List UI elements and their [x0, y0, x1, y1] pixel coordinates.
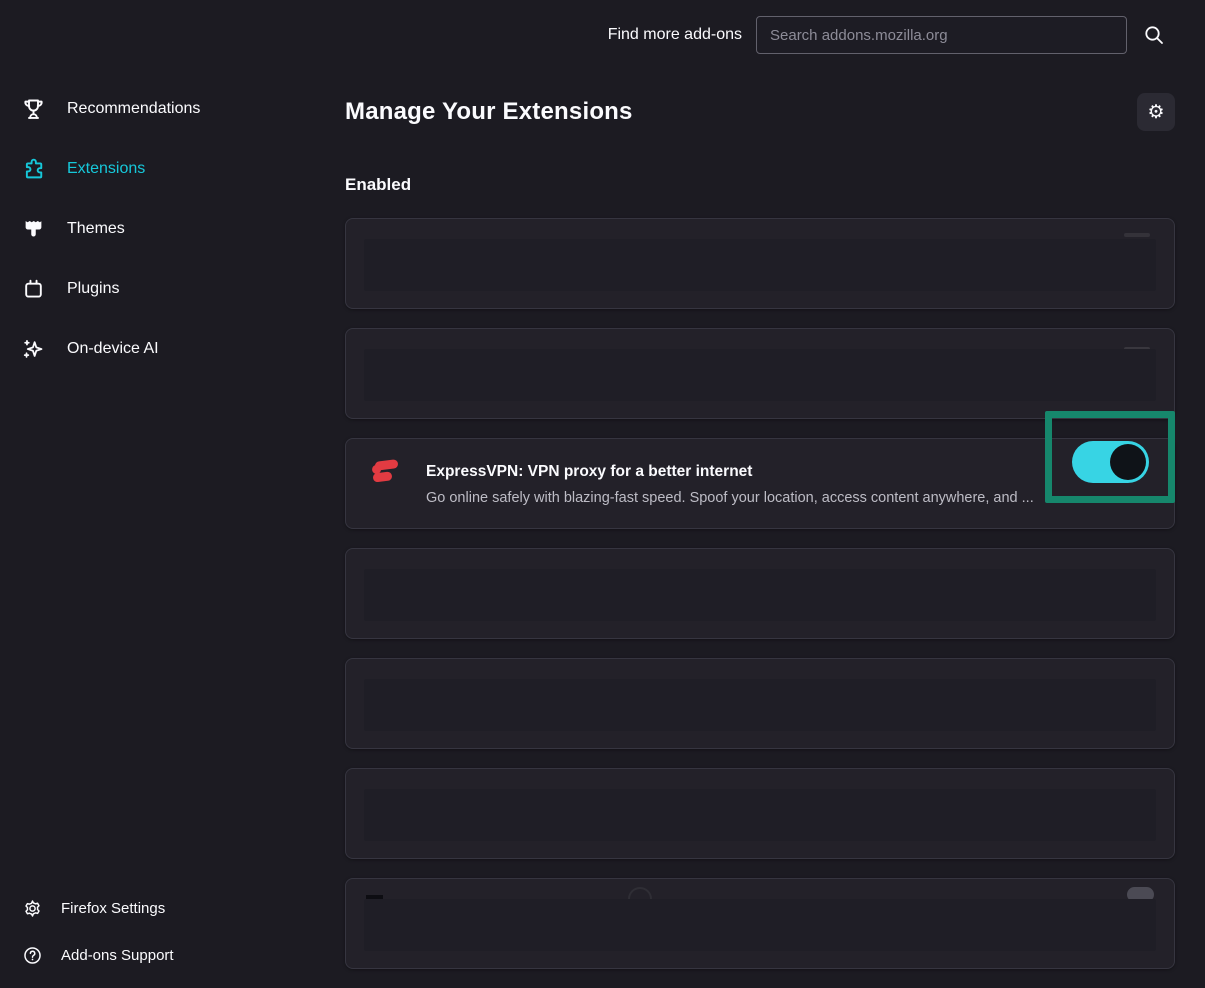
puzzle-icon: [20, 156, 47, 183]
sidebar-item-label: Extensions: [67, 160, 145, 178]
sidebar-item-recommendations[interactable]: Recommendations: [0, 79, 345, 139]
extension-card-redacted[interactable]: [345, 768, 1175, 859]
sidebar: Recommendations Extensions Themes: [0, 70, 345, 988]
extension-card-redacted[interactable]: [345, 218, 1175, 309]
sidebar-item-label: Recommendations: [67, 100, 200, 118]
sidebar-item-label: On-device AI: [67, 340, 159, 358]
redacted-content: [364, 569, 1156, 621]
tools-for-all-addons-button[interactable]: ⚙: [1137, 93, 1175, 131]
extension-card-redacted[interactable]: [345, 878, 1175, 969]
sidebar-item-plugins[interactable]: Plugins: [0, 259, 345, 319]
trophy-icon: [20, 96, 47, 123]
enabled-section-heading: Enabled: [345, 175, 1175, 195]
sidebar-item-firefox-settings[interactable]: Firefox Settings: [0, 885, 165, 932]
redacted-content: [364, 349, 1156, 401]
paintbrush-icon: [20, 216, 47, 243]
extension-description: Go online safely with blazing-fast speed…: [426, 489, 1154, 507]
help-icon: [22, 945, 43, 966]
search-input[interactable]: [756, 16, 1127, 54]
main-content: Manage Your Extensions ⚙ Enabled: [345, 70, 1175, 988]
extension-card-redacted[interactable]: [345, 328, 1175, 419]
sidebar-item-addons-support[interactable]: Add-ons Support: [0, 932, 174, 979]
sidebar-item-extensions[interactable]: Extensions: [0, 139, 345, 199]
sidebar-item-label: Themes: [67, 220, 125, 238]
gear-icon: ⚙: [1147, 101, 1164, 124]
plug-icon: [20, 276, 47, 303]
extension-name[interactable]: ExpressVPN: VPN proxy for a better inter…: [426, 462, 1154, 482]
sidebar-item-label: Add-ons Support: [61, 947, 174, 964]
redacted-content: [364, 239, 1156, 291]
title-row: Manage Your Extensions ⚙: [345, 92, 1175, 132]
extension-enable-toggle[interactable]: [1072, 441, 1149, 483]
extension-card-redacted[interactable]: [345, 548, 1175, 639]
extension-card-expressvpn[interactable]: ExpressVPN: VPN proxy for a better inter…: [345, 438, 1175, 529]
redacted-toggle-placeholder: [1124, 233, 1150, 237]
gear-icon: [22, 898, 43, 919]
redacted-content: [364, 679, 1156, 731]
sparkles-icon: [20, 336, 47, 363]
extension-card-redacted[interactable]: [345, 658, 1175, 749]
addons-manager-page: Find more add-ons Recommendations: [0, 0, 1205, 988]
search-button[interactable]: [1141, 22, 1167, 48]
redacted-content: [364, 899, 1156, 951]
redacted-content: [364, 789, 1156, 841]
page-title: Manage Your Extensions: [345, 98, 633, 126]
extension-card-list: ExpressVPN: VPN proxy for a better inter…: [345, 218, 1175, 969]
sidebar-item-label: Plugins: [67, 280, 119, 298]
expressvpn-logo-icon: [366, 452, 404, 490]
header: Find more add-ons: [0, 0, 1205, 70]
search-icon: [1142, 23, 1166, 47]
find-more-addons-label: Find more add-ons: [608, 26, 742, 44]
sidebar-item-on-device-ai[interactable]: On-device AI: [0, 319, 345, 379]
extension-text-block: ExpressVPN: VPN proxy for a better inter…: [426, 462, 1154, 507]
toggle-knob: [1110, 444, 1146, 480]
sidebar-item-themes[interactable]: Themes: [0, 199, 345, 259]
sidebar-item-label: Firefox Settings: [61, 900, 165, 917]
